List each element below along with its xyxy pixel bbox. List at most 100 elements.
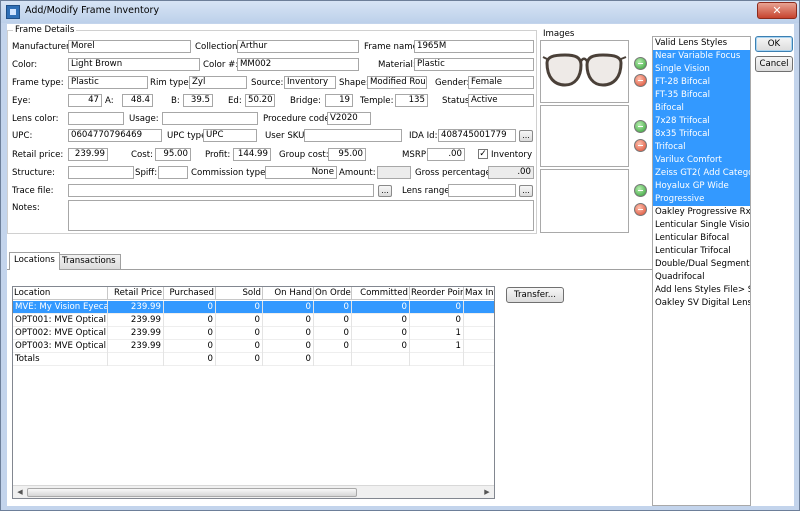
column-header[interactable]: On Order bbox=[314, 287, 352, 300]
frame-name-field[interactable]: 1965M bbox=[414, 40, 534, 53]
manufacturer-field[interactable]: Morel bbox=[68, 40, 191, 53]
spiff-field[interactable] bbox=[158, 166, 188, 179]
ida-lookup-button[interactable]: ... bbox=[519, 130, 533, 142]
scroll-thumb[interactable] bbox=[27, 488, 357, 497]
table-row[interactable]: OPT003: MVE Optical N' 239.99 0 0 0 0 0 1 bbox=[13, 340, 494, 353]
lens-styles-list[interactable]: Valid Lens Styles Near Variable Focus Sing… bbox=[652, 36, 751, 506]
user-sku-field[interactable] bbox=[304, 129, 402, 142]
upc-field[interactable]: 0604770796469 bbox=[68, 129, 162, 142]
trace-file-field[interactable] bbox=[68, 184, 374, 197]
source-field[interactable]: Inventory bbox=[284, 76, 336, 89]
transfer-button[interactable]: Transfer... bbox=[506, 287, 564, 303]
locations-grid[interactable]: Location Retail Price Purchased Sold On Hand… bbox=[12, 286, 495, 499]
frame-image-1[interactable] bbox=[540, 40, 629, 103]
shape-field[interactable]: Modified Roun bbox=[367, 76, 427, 89]
tab-transactions[interactable]: Transactions bbox=[57, 254, 121, 269]
add-image-3-button[interactable] bbox=[634, 184, 647, 197]
color-number-field[interactable]: MM002 bbox=[237, 58, 359, 71]
column-header[interactable]: Retail Price bbox=[108, 287, 164, 300]
bridge-field[interactable]: 19 bbox=[325, 94, 353, 107]
upc-label: UPC: bbox=[12, 131, 33, 141]
lens-style-item[interactable]: Oakley Progressive Rx Le bbox=[653, 206, 750, 219]
lens-style-item[interactable]: FT-35 Bifocal bbox=[653, 89, 750, 102]
status-field[interactable]: Active bbox=[468, 94, 534, 107]
table-cell: OPT003: MVE Optical N' bbox=[15, 340, 108, 353]
procedure-code-field[interactable]: V2020 bbox=[327, 112, 371, 125]
scroll-right-icon[interactable]: ▶ bbox=[481, 487, 493, 498]
profit-field[interactable]: 144.99 bbox=[233, 148, 271, 161]
group-cost-field[interactable]: 95.00 bbox=[328, 148, 366, 161]
structure-field[interactable] bbox=[68, 166, 134, 179]
color-field[interactable]: Light Brown bbox=[68, 58, 200, 71]
collection-field[interactable]: Arthur bbox=[237, 40, 359, 53]
lens-style-item[interactable]: Lenticular Bifocal bbox=[653, 232, 750, 245]
lens-style-item[interactable]: Hoyalux GP Wide bbox=[653, 180, 750, 193]
lens-style-item[interactable]: Bifocal bbox=[653, 102, 750, 115]
column-header[interactable]: Committed bbox=[352, 287, 410, 300]
lens-style-item[interactable]: Trifocal bbox=[653, 141, 750, 154]
title-bar[interactable]: Add/Modify Frame Inventory ✕ bbox=[1, 1, 799, 23]
table-row[interactable]: OPT002: MVE Optical W 239.99 0 0 0 0 0 1 bbox=[13, 327, 494, 340]
lens-range-field[interactable] bbox=[448, 184, 516, 197]
lens-style-item[interactable]: Zeiss GT2( Add Categorie bbox=[653, 167, 750, 180]
cancel-button[interactable]: Cancel bbox=[755, 56, 793, 72]
column-header[interactable]: Purchased bbox=[164, 287, 216, 300]
usage-field[interactable] bbox=[162, 112, 258, 125]
table-row[interactable]: MVE: My Vision Eyecare 239.99 0 0 0 0 0 0 bbox=[13, 301, 494, 314]
horizontal-scrollbar[interactable]: ◀ ▶ bbox=[13, 485, 494, 498]
rim-type-field[interactable]: Zyl bbox=[189, 76, 247, 89]
a-field[interactable]: 48.4 bbox=[122, 94, 153, 107]
notes-field[interactable] bbox=[68, 200, 534, 231]
add-image-1-button[interactable] bbox=[634, 57, 647, 70]
temple-field[interactable]: 135 bbox=[395, 94, 428, 107]
remove-image-3-button[interactable] bbox=[634, 203, 647, 216]
lens-style-item[interactable]: Oakley SV Digital Lenses bbox=[653, 297, 750, 310]
lens-color-field[interactable] bbox=[68, 112, 124, 125]
trace-file-browse-button[interactable]: ... bbox=[378, 185, 392, 197]
lens-style-item[interactable]: Near Variable Focus bbox=[653, 50, 750, 63]
frame-type-field[interactable]: Plastic bbox=[68, 76, 148, 89]
lens-style-item[interactable]: Single Vision bbox=[653, 63, 750, 76]
totals-row[interactable]: Totals 0 0 0 bbox=[13, 353, 494, 366]
remove-image-1-button[interactable] bbox=[634, 74, 647, 87]
lens-range-button[interactable]: ... bbox=[519, 185, 533, 197]
column-header[interactable]: Location bbox=[13, 287, 108, 300]
column-header[interactable]: Sold bbox=[216, 287, 263, 300]
retail-price-field[interactable]: 239.99 bbox=[68, 148, 108, 161]
lens-style-item[interactable]: 8x35 Trifocal bbox=[653, 128, 750, 141]
cost-field[interactable]: 95.00 bbox=[155, 148, 191, 161]
lens-style-item[interactable]: Lenticular Single Vision bbox=[653, 219, 750, 232]
frame-image-3[interactable] bbox=[540, 169, 629, 233]
scroll-left-icon[interactable]: ◀ bbox=[14, 487, 26, 498]
inventory-checkbox[interactable]: ✓ bbox=[478, 149, 488, 159]
collection-label: Collection: bbox=[195, 42, 241, 52]
add-image-2-button[interactable] bbox=[634, 120, 647, 133]
b-field[interactable]: 39.5 bbox=[183, 94, 213, 107]
column-header[interactable]: Max Inv bbox=[464, 287, 494, 300]
lens-style-item[interactable]: Double/Dual Segment bbox=[653, 258, 750, 271]
lens-style-item[interactable]: Add lens Styles File> Setu bbox=[653, 284, 750, 297]
ida-id-field[interactable]: 408745001779 bbox=[438, 129, 516, 142]
lens-style-item[interactable]: Varilux Comfort bbox=[653, 154, 750, 167]
frame-image-2[interactable] bbox=[540, 105, 629, 167]
lens-style-item[interactable]: Valid Lens Styles bbox=[653, 37, 750, 50]
lens-style-item[interactable]: Lenticular Trifocal bbox=[653, 245, 750, 258]
column-header[interactable]: On Hand bbox=[263, 287, 314, 300]
msrp-field[interactable]: .00 bbox=[427, 148, 465, 161]
column-header[interactable]: Reorder Point bbox=[410, 287, 464, 300]
eye-field[interactable]: 47 bbox=[68, 94, 102, 107]
upc-type-field[interactable]: UPC bbox=[203, 129, 257, 142]
lens-style-item[interactable]: Quadrifocal bbox=[653, 271, 750, 284]
gender-field[interactable]: Female bbox=[468, 76, 534, 89]
ok-button[interactable]: OK bbox=[755, 36, 793, 52]
tab-locations[interactable]: Locations bbox=[9, 252, 60, 270]
remove-image-2-button[interactable] bbox=[634, 139, 647, 152]
close-button[interactable]: ✕ bbox=[757, 2, 797, 19]
lens-style-item[interactable]: 7x28 Trifocal bbox=[653, 115, 750, 128]
table-row[interactable]: OPT001: MVE Optical Su239.99000000 bbox=[13, 314, 494, 327]
commission-type-field[interactable]: None bbox=[265, 166, 337, 179]
lens-style-item[interactable]: Progressive bbox=[653, 193, 750, 206]
ed-field[interactable]: 50.20 bbox=[245, 94, 275, 107]
material-field[interactable]: Plastic bbox=[414, 58, 534, 71]
lens-style-item[interactable]: FT-28 Bifocal bbox=[653, 76, 750, 89]
